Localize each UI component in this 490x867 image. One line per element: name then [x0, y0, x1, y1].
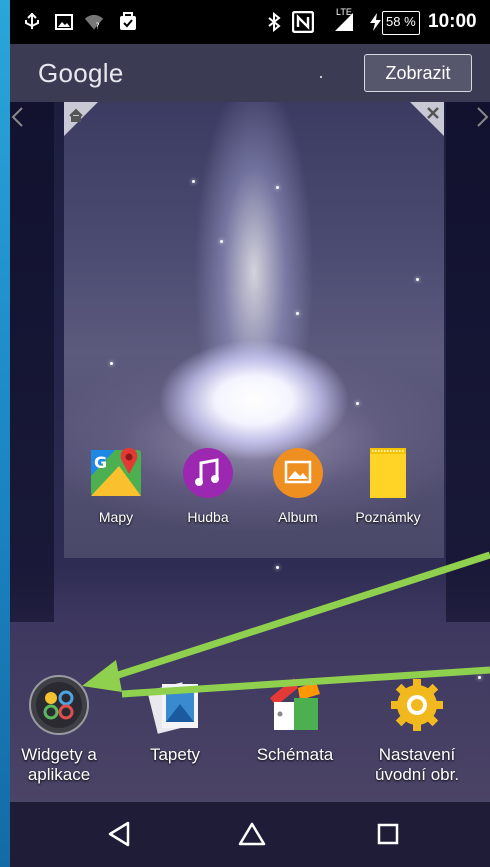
app-album[interactable]: Album	[258, 446, 338, 525]
home-icon[interactable]	[64, 102, 98, 136]
dock-label: Nastavení	[378, 745, 456, 764]
signal-icon	[335, 13, 353, 31]
notes-icon	[370, 448, 406, 498]
svg-text:?: ?	[96, 22, 100, 31]
app-music[interactable]: Hudba	[168, 446, 248, 525]
music-icon	[183, 448, 233, 498]
star	[356, 402, 359, 405]
star	[110, 362, 113, 365]
star	[296, 312, 299, 315]
wallpapers-icon	[147, 682, 198, 734]
status-bar: ? LTE 58 % 10:00	[10, 0, 490, 44]
wallpapers-button[interactable]: Tapety	[120, 674, 230, 765]
themes-button[interactable]: Schémata	[240, 674, 350, 765]
mic-dot	[320, 76, 322, 78]
wifi-icon: ?	[84, 14, 104, 31]
close-icon[interactable]	[410, 102, 444, 136]
dock-label: úvodní obr.	[374, 765, 460, 784]
nfc-icon	[292, 11, 314, 33]
star	[220, 240, 223, 243]
app-notes[interactable]: Poznámky	[348, 446, 428, 525]
clock: 10:00	[428, 11, 477, 32]
recents-icon[interactable]	[368, 814, 408, 854]
usb-icon	[25, 12, 39, 29]
maps-icon: G	[91, 448, 141, 496]
battery-percent: 58 %	[382, 11, 420, 35]
widgets-apps-button[interactable]: Widgety a aplikace	[10, 674, 114, 785]
download-icon	[120, 12, 136, 30]
star	[416, 278, 419, 281]
back-icon[interactable]	[100, 814, 140, 854]
app-label: Poznámky	[355, 509, 421, 525]
navigation-bar	[10, 802, 490, 867]
home-screen-edit-dock: Widgety a aplikace Tapety Schémata Nasta…	[10, 612, 490, 802]
dock-label: aplikace	[27, 765, 91, 784]
star	[276, 186, 279, 189]
chevron-right-icon	[477, 107, 489, 127]
image-notification-icon	[55, 14, 73, 30]
slide-background: ? LTE 58 % 10:00 Google Zobrazit G Mapy …	[0, 0, 490, 867]
bluetooth-icon	[268, 12, 281, 32]
google-search-bar[interactable]: Google Zobrazit	[10, 44, 490, 102]
settings-gear-icon	[391, 679, 443, 731]
home-icon[interactable]	[232, 814, 272, 854]
app-label: Hudba	[187, 509, 229, 525]
svg-text:G: G	[94, 453, 107, 472]
home-settings-button[interactable]: Nastavení úvodní obr.	[362, 674, 472, 785]
dock-label: Schémata	[256, 745, 334, 764]
dock-label: Tapety	[149, 745, 201, 764]
home-page-preview-card[interactable]: G Mapy Hudba Album Poznámky	[64, 102, 444, 558]
star	[192, 180, 195, 183]
google-logo: Google	[38, 58, 124, 88]
app-maps[interactable]: G Mapy	[76, 446, 156, 525]
phone-screen: ? LTE 58 % 10:00 Google Zobrazit G Mapy …	[10, 0, 490, 867]
left-page-preview[interactable]	[10, 102, 54, 622]
right-page-preview[interactable]	[446, 102, 490, 622]
show-button[interactable]: Zobrazit	[364, 54, 472, 92]
widgets-apps-icon	[29, 675, 89, 735]
app-label: Album	[278, 509, 318, 525]
album-icon	[273, 448, 323, 498]
app-label: Mapy	[98, 509, 134, 525]
star	[276, 566, 279, 569]
dock-label: Widgety a	[21, 745, 97, 764]
themes-icon	[270, 678, 320, 730]
chevron-left-icon	[11, 107, 23, 127]
